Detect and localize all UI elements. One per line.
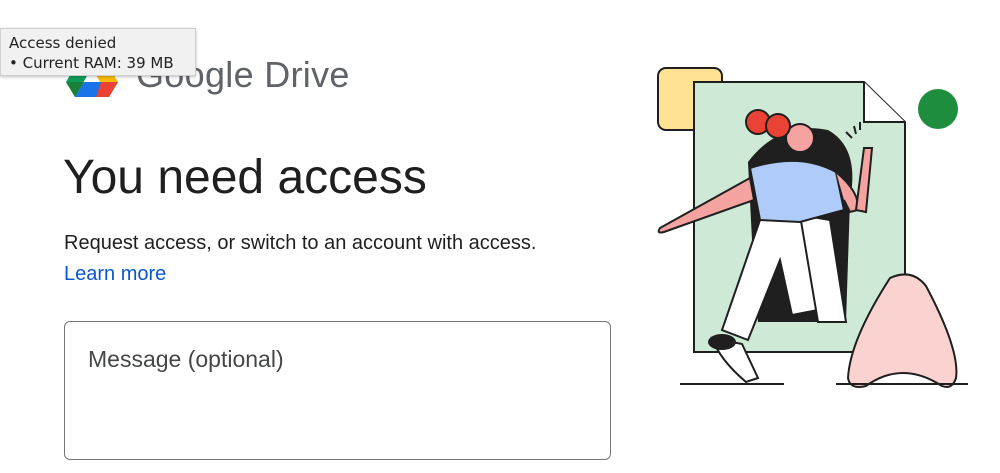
green-dot-shape <box>918 89 958 129</box>
tooltip-title: Access denied <box>9 34 117 52</box>
tooltip-ram: • Current RAM: 39 MB <box>9 54 174 72</box>
tooltip: Access denied • Current RAM: 39 MB <box>0 28 196 76</box>
page-title: You need access <box>63 151 427 204</box>
message-field[interactable] <box>64 321 611 460</box>
learn-more-link[interactable]: Learn more <box>64 263 166 286</box>
access-illustration <box>657 67 968 388</box>
message-input[interactable] <box>65 322 610 459</box>
access-description: Request access, or switch to an account … <box>64 232 537 254</box>
